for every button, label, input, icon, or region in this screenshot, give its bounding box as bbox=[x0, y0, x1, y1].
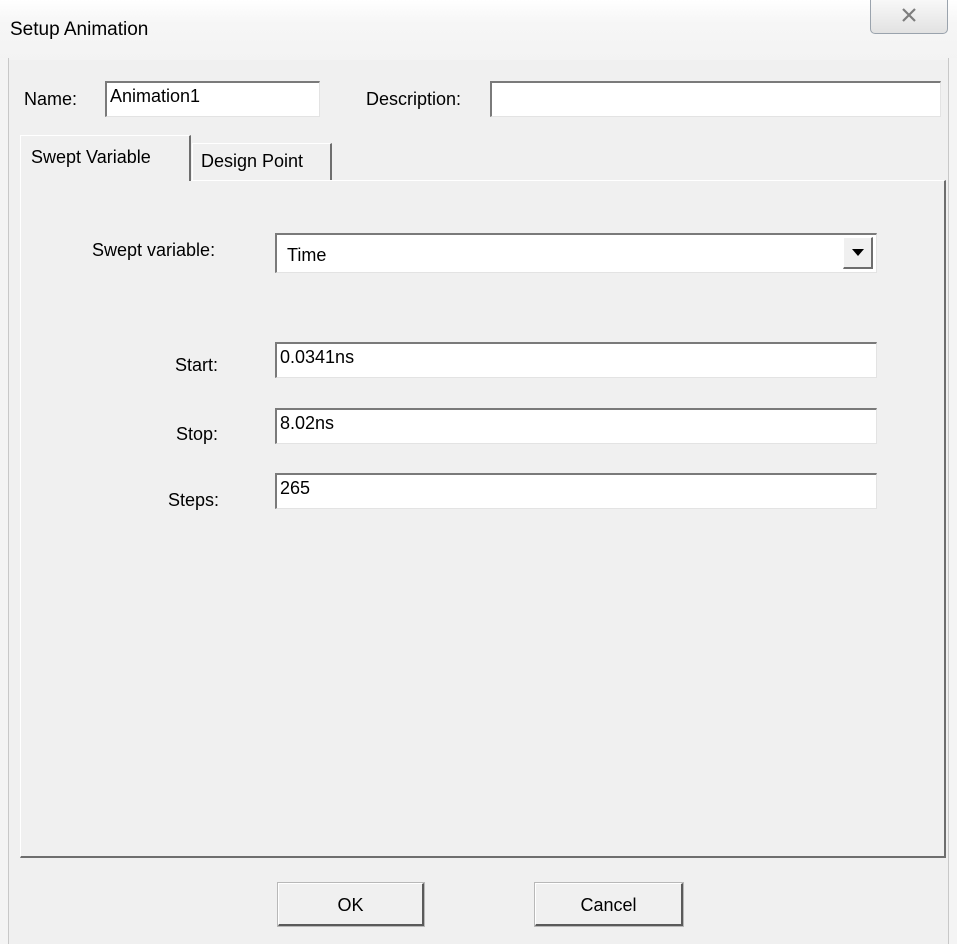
tab-design-point-label: Design Point bbox=[201, 151, 304, 171]
tab-swept-variable-label: Swept Variable bbox=[31, 147, 151, 167]
description-input[interactable] bbox=[490, 81, 941, 117]
close-icon bbox=[902, 8, 916, 22]
swept-variable-panel bbox=[20, 180, 946, 858]
tab-swept-variable[interactable]: Swept Variable bbox=[20, 135, 191, 181]
ok-button[interactable]: OK bbox=[278, 883, 424, 926]
swept-variable-value: Time bbox=[287, 245, 327, 265]
swept-variable-select[interactable]: Time bbox=[275, 233, 877, 273]
name-input[interactable]: Animation1 bbox=[105, 81, 320, 117]
steps-input[interactable]: 265 bbox=[275, 473, 877, 509]
description-label: Description: bbox=[366, 89, 462, 109]
cancel-button[interactable]: Cancel bbox=[535, 883, 683, 926]
start-input[interactable]: 0.0341ns bbox=[275, 342, 877, 378]
stop-label: Stop: bbox=[176, 424, 219, 444]
window-title: Setup Animation bbox=[10, 19, 149, 40]
swept-variable-label: Swept variable: bbox=[92, 240, 216, 260]
window-frame-right bbox=[948, 58, 957, 944]
steps-label: Steps: bbox=[168, 490, 220, 510]
dropdown-arrow-button[interactable] bbox=[843, 237, 873, 269]
start-label: Start: bbox=[175, 355, 219, 375]
stop-input[interactable]: 8.02ns bbox=[275, 408, 877, 444]
close-button[interactable] bbox=[870, 0, 948, 34]
window-frame-left bbox=[0, 58, 9, 944]
name-label: Name: bbox=[24, 89, 78, 109]
chevron-down-icon bbox=[852, 249, 864, 256]
setup-animation-dialog: Setup Animation Name: Animation1 Descrip… bbox=[0, 0, 957, 944]
tab-design-point[interactable]: Design Point bbox=[192, 143, 332, 181]
title-bar: Setup Animation bbox=[0, 0, 957, 60]
